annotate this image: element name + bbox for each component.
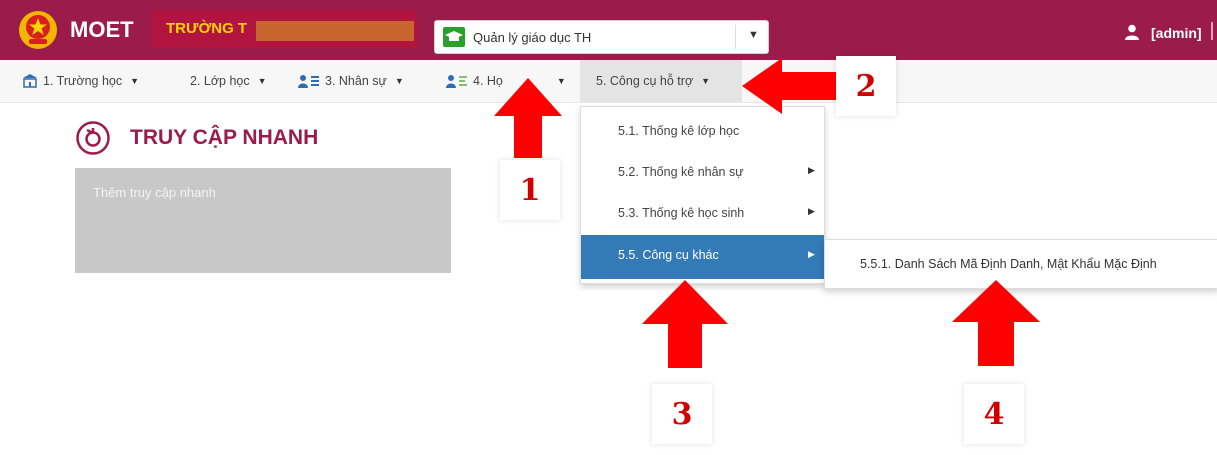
- school-name-bar: TRƯỜNG T: [152, 10, 417, 48]
- menu-item-thong-ke-lop-hoc[interactable]: 5.1. Thống kê lớp học: [581, 112, 824, 152]
- annotation-number-3: 3: [652, 384, 712, 444]
- nav-label: 2. Lớp học: [190, 74, 250, 88]
- quick-access-title: TRUY CẬP NHANH: [130, 126, 319, 149]
- graduation-cap-icon: [443, 27, 465, 47]
- student-icon: [446, 75, 467, 88]
- top-header: MOET TRƯỜNG T Quản lý giáo dục TH ▼ [adm…: [0, 0, 1217, 60]
- caret-down-icon: ▼: [130, 76, 140, 86]
- chevron-right-icon: ▶: [808, 249, 815, 259]
- chevron-right-icon: ▶: [808, 206, 815, 216]
- menu-item-thong-ke-hoc-sinh[interactable]: 5.3. Thống kê học sinh ▶: [581, 194, 824, 234]
- nav-label: 5. Công cụ hỗ trợ: [596, 74, 694, 88]
- chevron-down-icon[interactable]: ▼: [748, 29, 759, 41]
- redacted-school-name: [256, 21, 414, 41]
- annotation-number-1: 1: [500, 160, 560, 220]
- menu-item-danh-sach-ma-dinh-danh[interactable]: 5.5.1. Danh Sách Mã Định Danh, Mật Khẩu …: [860, 257, 1157, 271]
- menu-item-cong-cu-khac[interactable]: 5.5. Công cụ khác ▶: [581, 235, 824, 279]
- red-arrow-up-icon: [642, 280, 728, 368]
- menu-item-label: 5.1. Thống kê lớp học: [618, 124, 740, 138]
- nav-item-nhan-su[interactable]: 3. Nhân sự ▼: [298, 60, 404, 102]
- nav-item-lop-hoc[interactable]: 2. Lớp học ▼: [190, 60, 267, 102]
- module-select[interactable]: Quản lý giáo dục TH ▼: [434, 20, 769, 54]
- menu-item-label: 5.2. Thống kê nhân sự: [618, 165, 744, 179]
- caret-down-icon: ▼: [394, 76, 404, 86]
- red-arrow-left-icon: [742, 58, 840, 114]
- tools-dropdown-menu: 5.1. Thống kê lớp học 5.2. Thống kê nhân…: [580, 106, 825, 284]
- school-building-icon: [23, 74, 37, 88]
- main-nav: 1. Trường học ▼ 2. Lớp học ▼ 3. Nhân sự …: [0, 60, 1217, 103]
- header-divider: [1211, 22, 1213, 40]
- add-quick-access-label: Thêm truy cập nhanh: [93, 185, 216, 200]
- user-menu[interactable]: [admin]: [1151, 25, 1202, 41]
- annotation-number-4: 4: [964, 384, 1024, 444]
- national-emblem-icon: [19, 11, 57, 49]
- select-divider: [735, 25, 736, 49]
- menu-item-thong-ke-nhan-su[interactable]: 5.2. Thống kê nhân sự ▶: [581, 153, 824, 193]
- menu-item-label: 5.5. Công cụ khác: [618, 248, 719, 262]
- nav-item-truong-hoc[interactable]: 1. Trường học ▼: [22, 60, 139, 102]
- nav-label: 3. Nhân sự: [325, 74, 387, 88]
- quick-access-icon: [76, 121, 110, 155]
- nav-item-cong-cu-ho-tro[interactable]: 5. Công cụ hỗ trợ ▼: [580, 60, 742, 102]
- red-arrow-up-icon: [494, 78, 562, 158]
- school-name: TRƯỜNG T: [166, 20, 248, 37]
- user-icon[interactable]: [1124, 24, 1140, 40]
- nav-label: 1. Trường học: [43, 74, 123, 88]
- red-arrow-up-icon: [952, 280, 1040, 366]
- chevron-right-icon: ▶: [808, 165, 815, 175]
- caret-down-icon: ▼: [257, 76, 267, 86]
- annotation-number-2: 2: [836, 56, 896, 116]
- staff-icon: [298, 75, 319, 88]
- brand-name[interactable]: MOET: [70, 17, 134, 43]
- menu-item-label: 5.3. Thống kê học sinh: [618, 206, 745, 220]
- caret-down-icon: ▼: [701, 76, 711, 86]
- add-quick-access-box[interactable]: Thêm truy cập nhanh: [75, 168, 451, 273]
- module-select-value: Quản lý giáo dục TH: [473, 30, 592, 45]
